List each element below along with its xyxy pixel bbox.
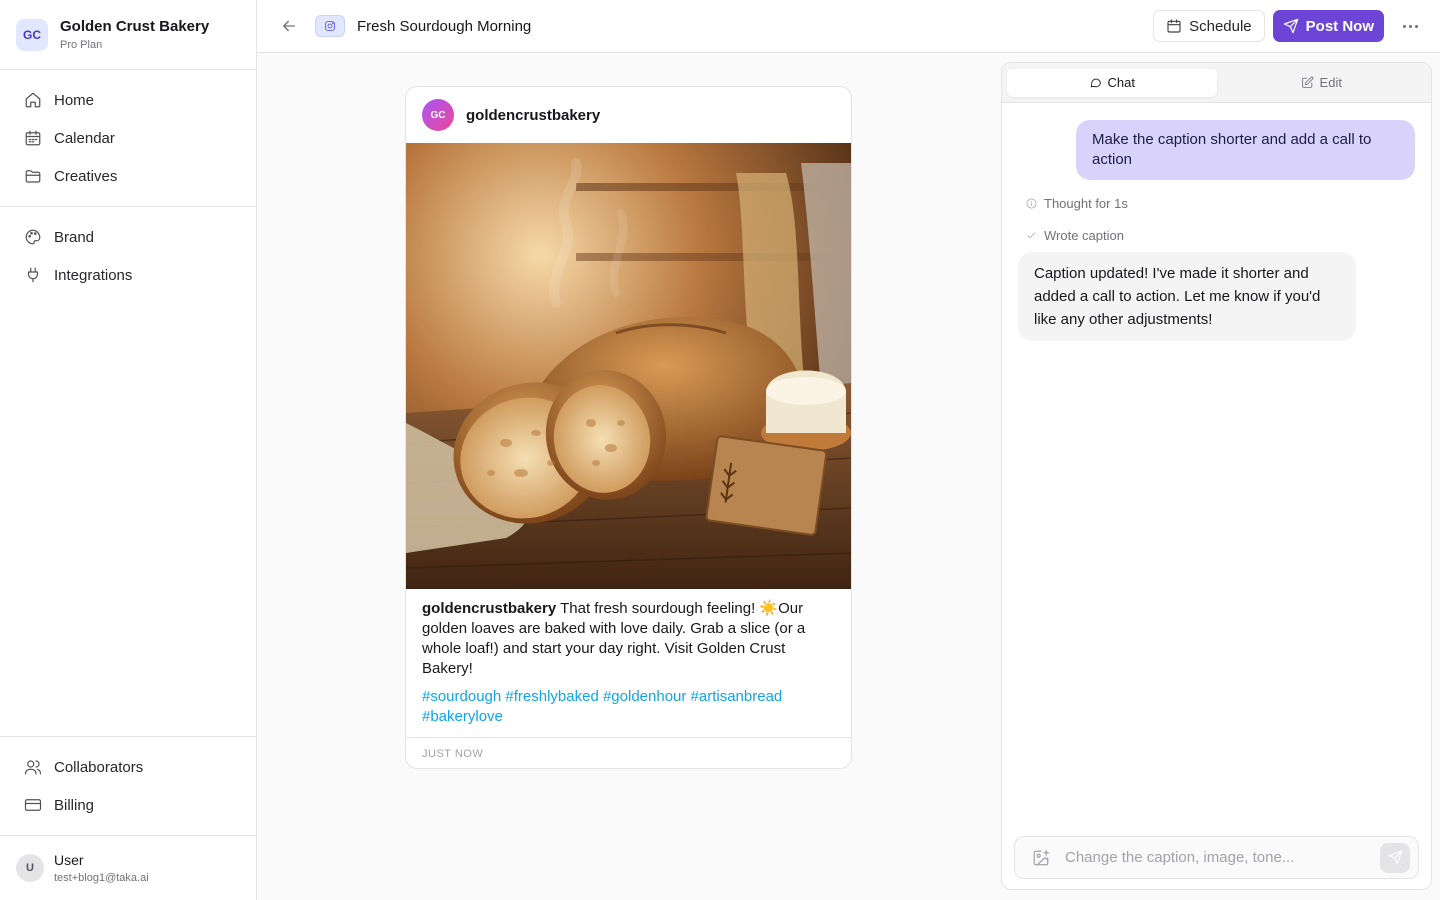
sidebar-item-label: Calendar — [54, 129, 115, 147]
sidebar-item-collaborators[interactable]: Collaborators — [0, 748, 256, 786]
sidebar-item-integrations[interactable]: Integrations — [0, 256, 256, 294]
check-icon — [1027, 231, 1036, 238]
secondary-nav: Brand Integrations — [0, 207, 256, 305]
calendar-icon — [25, 130, 41, 146]
sidebar-item-brand[interactable]: Brand — [0, 218, 256, 256]
tab-label: Edit — [1319, 75, 1342, 90]
schedule-button-label: Schedule — [1189, 17, 1252, 35]
post-handle: goldencrustbakery — [466, 106, 601, 124]
users-icon — [24, 760, 42, 775]
sidebar-item-billing[interactable]: Billing — [0, 786, 256, 824]
sidebar: GC Golden Crust Bakery Pro Plan Home Cal… — [0, 0, 257, 900]
sidebar-item-label: Creatives — [54, 167, 118, 185]
main-nav: Home Calendar Creatives — [0, 70, 256, 207]
bottom-nav: Collaborators Billing — [0, 736, 256, 835]
instagram-icon — [325, 21, 335, 31]
sidebar-item-label: Brand — [54, 228, 95, 246]
bread-photo — [406, 143, 851, 589]
platform-badge — [315, 15, 345, 37]
status-text: Thought for 1s — [1044, 195, 1128, 211]
send-button[interactable] — [1380, 842, 1410, 873]
dot-icon — [1402, 24, 1406, 28]
send-icon — [1388, 850, 1402, 865]
sidebar-item-home[interactable]: Home — [0, 81, 256, 119]
post-caption: goldencrustbakery That fresh sourdough f… — [422, 599, 835, 679]
image-plus-icon — [1033, 849, 1050, 865]
org-plan: Pro Plan — [60, 39, 103, 51]
post-image[interactable] — [406, 143, 851, 589]
post-now-button-label: Post Now — [1305, 17, 1374, 35]
send-icon — [1283, 18, 1298, 34]
post-header: GC goldencrustbakery — [406, 87, 851, 143]
post-preview-card: GC goldencrustbakery goldencrustbakery T… — [405, 86, 852, 769]
org-avatar: GC — [16, 18, 48, 51]
user-email: test+blog1@taka.ai — [54, 872, 149, 884]
credit-card-icon — [24, 799, 42, 811]
caption-handle: goldencrustbakery — [422, 600, 557, 617]
calendar-icon — [1167, 19, 1181, 33]
dot-icon — [1408, 24, 1412, 28]
pencil-square-icon — [1301, 76, 1313, 88]
assistant-panel: Chat Edit Make the caption shorter and a… — [1001, 62, 1432, 890]
back-button[interactable] — [279, 16, 299, 36]
sidebar-item-label: Collaborators — [54, 758, 144, 776]
tab-label: Chat — [1107, 75, 1135, 90]
more-options-button[interactable] — [1398, 14, 1422, 38]
assistant-message: Caption updated! I've made it shorter an… — [1018, 252, 1356, 341]
tab-edit[interactable]: Edit — [1217, 69, 1427, 97]
top-bar: Fresh Sourdough Morning Schedule Post No… — [257, 0, 1440, 53]
post-timestamp: JUST NOW — [406, 737, 851, 768]
page-title: Fresh Sourdough Morning — [357, 17, 532, 35]
sidebar-item-label: Billing — [54, 796, 95, 814]
avatar: U — [16, 854, 44, 882]
status-wrote: Wrote caption — [1026, 226, 1124, 244]
status-text: Wrote caption — [1044, 227, 1124, 243]
avatar: GC — [422, 99, 454, 131]
user-profile[interactable]: U User test+blog1@taka.ai — [0, 835, 256, 900]
post-now-button[interactable]: Post Now — [1272, 10, 1384, 42]
attach-image-button[interactable] — [1031, 848, 1051, 868]
status-thought: Thought for 1s — [1026, 194, 1128, 212]
sidebar-item-label: Integrations — [54, 266, 133, 284]
plug-icon — [27, 267, 39, 283]
chat-bubble-icon — [1090, 78, 1101, 88]
tab-chat[interactable]: Chat — [1007, 68, 1217, 97]
home-icon — [25, 92, 41, 108]
dot-icon — [1414, 24, 1418, 28]
post-hashtags: #sourdough #freshlybaked #goldenhour #ar… — [422, 688, 783, 725]
panel-tabs: Chat Edit — [1002, 63, 1431, 103]
schedule-button[interactable]: Schedule — [1153, 10, 1265, 42]
info-icon — [1026, 198, 1037, 208]
org-switcher[interactable]: GC Golden Crust Bakery Pro Plan — [0, 0, 256, 70]
user-name: User — [54, 852, 84, 868]
sidebar-item-label: Home — [54, 91, 95, 109]
sidebar-item-creatives[interactable]: Creatives — [0, 157, 256, 195]
arrow-left-icon — [283, 20, 295, 32]
palette-icon — [25, 229, 41, 245]
chat-input[interactable] — [1065, 849, 1380, 866]
chat-composer — [1014, 836, 1419, 879]
folder-icon — [25, 170, 41, 183]
user-message: Make the caption shorter and add a call … — [1076, 120, 1415, 180]
sidebar-item-calendar[interactable]: Calendar — [0, 119, 256, 157]
org-name: Golden Crust Bakery — [60, 18, 210, 35]
